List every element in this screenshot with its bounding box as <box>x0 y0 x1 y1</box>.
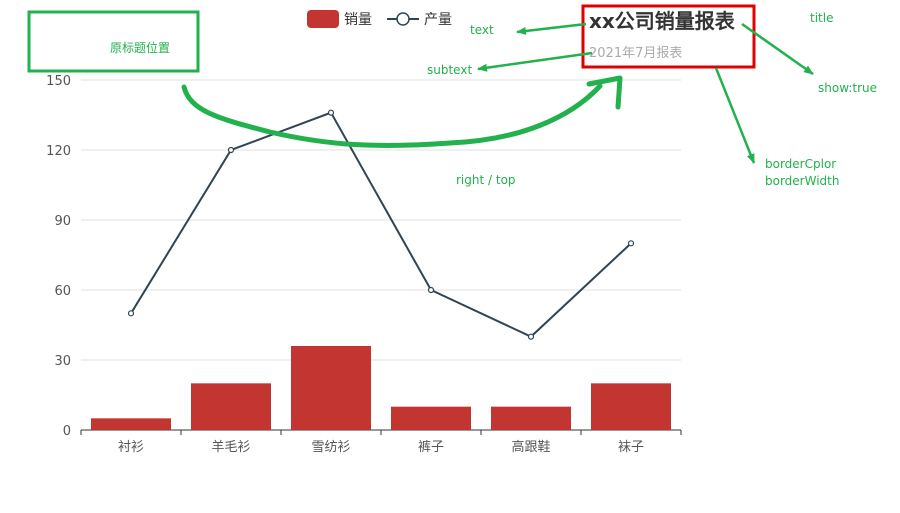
line-point[interactable] <box>427 286 435 294</box>
bar[interactable] <box>591 383 671 430</box>
chart-title: xx公司销量报表 <box>589 9 736 33</box>
y-tick-label: 0 <box>63 424 71 439</box>
y-tick-label: 120 <box>46 144 71 159</box>
x-tick-label: 裤子 <box>418 440 444 455</box>
x-tick-label: 高跟鞋 <box>511 439 550 455</box>
legend-bar-label[interactable]: 销量 <box>344 12 372 28</box>
y-tick-label: 30 <box>54 354 71 369</box>
bar-series <box>91 346 671 430</box>
x-axis: 衬衫 羊毛衫 雪纺衫 裤子 高跟鞋 袜子 <box>80 429 682 455</box>
bar[interactable] <box>391 406 471 430</box>
arrow-move-title-curve <box>181 83 603 148</box>
legend[interactable]: 销量 产量 <box>307 10 452 28</box>
annotation-border-color: borderCplor <box>765 157 836 171</box>
x-tick-label: 衬衫 <box>118 440 144 455</box>
x-tick-label: 羊毛衫 <box>211 439 250 455</box>
line-point[interactable] <box>127 310 135 317</box>
annotation-text: text <box>470 23 494 37</box>
bar[interactable] <box>291 346 371 430</box>
annotation-right-top: right / top <box>456 173 516 187</box>
original-title-position-label: 原标题位置 <box>110 40 170 55</box>
line-point[interactable] <box>327 109 335 116</box>
x-tick-label: 袜子 <box>618 440 644 455</box>
bar[interactable] <box>191 383 271 430</box>
arrow-border <box>714 67 756 164</box>
annotation-border-width: borderWidth <box>765 174 839 188</box>
line-point[interactable] <box>527 333 535 340</box>
y-tick-label: 60 <box>54 284 71 299</box>
line-point[interactable] <box>627 240 635 247</box>
chart-subtitle: 2021年7月报表 <box>589 46 682 61</box>
grid-lines <box>81 79 681 361</box>
legend-bar-swatch[interactable] <box>307 10 339 28</box>
x-tick-label: 雪纺衫 <box>311 440 350 455</box>
legend-line-label[interactable]: 产量 <box>424 12 452 28</box>
bar[interactable] <box>491 406 571 430</box>
annotation-title: title <box>810 11 833 25</box>
y-tick-label: 90 <box>54 214 71 229</box>
arrow-subtext <box>477 51 593 72</box>
annotation-subtext: subtext <box>427 63 472 77</box>
chart-canvas: 原标题位置 0 30 60 90 120 150 衬衫 羊毛衫 雪纺衫 裤子 高跟鞋 袜子 销量 产… <box>27 4 877 455</box>
y-tick-label: 150 <box>46 74 71 89</box>
y-axis: 0 30 60 90 120 150 <box>46 74 71 439</box>
annotation-show-true: show:true <box>818 81 877 95</box>
line-point[interactable] <box>227 146 235 154</box>
arrow-text <box>516 22 587 35</box>
bar[interactable] <box>91 418 171 430</box>
legend-line-marker[interactable] <box>396 12 410 26</box>
